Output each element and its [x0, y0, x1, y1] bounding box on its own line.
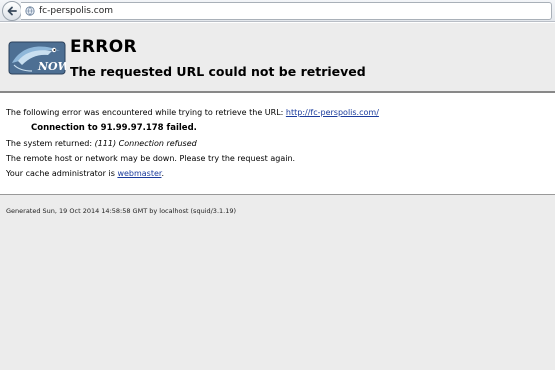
svg-text:NOW: NOW: [37, 60, 66, 73]
system-returned-line: The system returned: (111) Connection re…: [6, 139, 197, 148]
browser-toolbar: fc-perspolis.com: [0, 0, 555, 22]
error-footer: Generated Sun, 19 Oct 2014 14:58:58 GMT …: [0, 194, 555, 370]
error-url-line: The following error was encountered whil…: [6, 108, 379, 117]
cache-admin-prefix: Your cache administrator is: [6, 169, 118, 178]
generated-info: Generated Sun, 19 Oct 2014 14:58:58 GMT …: [6, 207, 237, 215]
address-bar[interactable]: fc-perspolis.com: [21, 2, 552, 20]
error-subtitle: The requested URL could not be retrieved: [70, 64, 366, 79]
error-header: NOW ERROR The requested URL could not be…: [0, 23, 555, 93]
cache-admin-line: Your cache administrator is webmaster.: [6, 169, 164, 178]
url-text: fc-perspolis.com: [39, 6, 113, 16]
error-url-prefix: The following error was encountered whil…: [6, 108, 286, 117]
globe-icon: [25, 6, 35, 16]
requested-url-link[interactable]: http://fc-perspolis.com/: [286, 108, 379, 117]
remote-down-text: The remote host or network may be down. …: [6, 154, 296, 163]
cache-admin-suffix: .: [161, 169, 165, 178]
system-returned-prefix: The system returned:: [6, 139, 95, 148]
error-title: ERROR: [70, 37, 137, 57]
squid-logo: NOW: [8, 41, 72, 75]
back-button[interactable]: [2, 1, 22, 21]
error-content: The following error was encountered whil…: [0, 93, 555, 193]
back-arrow-icon: [7, 6, 17, 16]
webmaster-link[interactable]: webmaster: [117, 169, 161, 178]
system-returned-value: (111) Connection refused: [94, 139, 197, 148]
connection-failed-text: Connection to 91.99.97.178 failed.: [31, 123, 197, 133]
